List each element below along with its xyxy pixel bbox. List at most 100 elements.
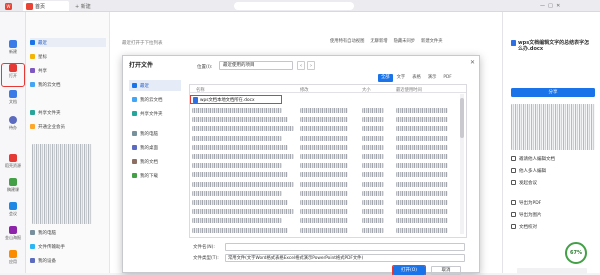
- rail-open-label: 打开: [9, 73, 17, 78]
- dialog-nav-desktop[interactable]: 我的桌面: [129, 142, 181, 153]
- left-rail: 新建 打开 文档 待办 稻壳资源 稿建课 会议 金山海报 应用: [0, 12, 26, 273]
- device-icon: [30, 258, 35, 263]
- filter-tab-all[interactable]: 全部: [378, 74, 393, 82]
- course-icon: [9, 178, 17, 186]
- dialog-nav-computer[interactable]: 我的电脑: [129, 128, 181, 139]
- scrollbar[interactable]: [460, 94, 464, 234]
- rail-poster[interactable]: 金山海报: [2, 226, 24, 246]
- blurred-cell: [192, 144, 288, 150]
- rail-course[interactable]: 稿建课: [2, 178, 24, 198]
- rail-apps[interactable]: 应用: [2, 250, 24, 270]
- list-item[interactable]: [190, 216, 460, 225]
- rail-open[interactable]: 打开: [1, 63, 25, 87]
- new-tab-button[interactable]: + 新建: [72, 1, 94, 11]
- tool-new-folder[interactable]: 新建文件夹: [421, 38, 442, 44]
- rail-todo[interactable]: 待办: [2, 116, 24, 136]
- tool-hide-unsynced[interactable]: 隐藏未同步: [394, 38, 415, 44]
- export-pdf-action[interactable]: 导出为PDF: [511, 198, 595, 207]
- dialog-nav-shared-folder[interactable]: 共享文件夹: [129, 108, 181, 119]
- col-recent[interactable]: 最近使用时间: [396, 87, 422, 93]
- col-name[interactable]: 名称: [196, 87, 205, 93]
- sidebar-item-transfer[interactable]: 文件传输助手: [30, 242, 106, 251]
- scroll-thumb[interactable]: [460, 98, 464, 138]
- start-meeting-action[interactable]: 发起会议: [511, 178, 595, 187]
- tab-home[interactable]: 首页: [23, 1, 69, 11]
- list-item[interactable]: [190, 161, 460, 170]
- tray-icons: [517, 268, 587, 274]
- collaborator-list: [511, 104, 595, 150]
- sidebar-item-label: 星标: [38, 54, 47, 60]
- rail-todo-label: 待办: [9, 125, 17, 130]
- blurred-cell: [192, 190, 282, 196]
- selected-file-row[interactable]: wps文档本地文档所在.docx: [190, 95, 282, 104]
- filter-tab-text[interactable]: 文字: [394, 74, 409, 82]
- list-item[interactable]: [190, 143, 460, 152]
- search-input[interactable]: [234, 2, 354, 10]
- forward-button[interactable]: ›: [307, 61, 315, 70]
- folder-icon: [30, 110, 35, 115]
- list-item[interactable]: [190, 189, 460, 198]
- share-button[interactable]: 分享: [511, 88, 595, 97]
- filetype-select[interactable]: 常用文件(文字Word格式表格Excel格式演示PowerPoint格式PDF文…: [225, 254, 465, 262]
- col-modified[interactable]: 修改: [300, 87, 309, 93]
- window-controls[interactable]: — □ ✕: [540, 3, 560, 9]
- close-icon[interactable]: ✕: [470, 59, 475, 66]
- proofread-action[interactable]: 文档校对: [511, 222, 595, 231]
- list-item[interactable]: [190, 207, 460, 216]
- rail-docer[interactable]: 稻壳资源: [2, 154, 24, 174]
- sidebar-item-shared[interactable]: 共享: [30, 66, 106, 75]
- folder-icon: [9, 64, 17, 72]
- filetype-value: 常用文件(文字Word格式表格Excel格式演示PowerPoint格式PDF文…: [228, 256, 364, 261]
- list-item[interactable]: [190, 198, 460, 207]
- blurred-cell: [362, 163, 384, 169]
- filter-tab-slides[interactable]: 演示: [425, 74, 440, 82]
- rail-meeting[interactable]: 会议: [2, 202, 24, 222]
- list-item[interactable]: [190, 152, 460, 161]
- dialog-nav-cloud[interactable]: 我的云文档: [129, 94, 181, 105]
- rail-new[interactable]: 新建: [2, 40, 24, 60]
- sidebar-item-star[interactable]: 星标: [30, 52, 106, 61]
- tool-auto-view[interactable]: 使用特有自动视图: [330, 38, 364, 44]
- export-image-action[interactable]: 导出为图片: [511, 210, 595, 219]
- wps-home-button[interactable]: W: [2, 1, 15, 11]
- list-item[interactable]: [190, 124, 460, 133]
- list-item[interactable]: [190, 115, 460, 124]
- location-select[interactable]: 最近使用的项目: [219, 61, 293, 70]
- back-button[interactable]: ‹: [297, 61, 305, 70]
- file-sidebar: 最近 星标 共享 我的云文档 共享文件夹 开通企业会员 我的电脑 文件传输助手 …: [26, 12, 110, 273]
- filter-tab-sheet[interactable]: 表格: [409, 74, 424, 82]
- list-item[interactable]: [190, 226, 460, 235]
- dialog-nav-label: 我的桌面: [140, 145, 158, 151]
- blurred-cell: [300, 163, 348, 169]
- sidebar-item-label: 开通企业会员: [38, 124, 65, 130]
- rail-docs[interactable]: 文档: [2, 90, 24, 110]
- dialog-nav-label: 共享文件夹: [140, 111, 163, 117]
- sidebar-item-shared-folder[interactable]: 共享文件夹: [30, 108, 106, 117]
- sidebar-item-my-computer[interactable]: 我的电脑: [30, 228, 106, 237]
- dialog-nav-documents[interactable]: 我的文档: [129, 156, 181, 167]
- sidebar-item-enterprise[interactable]: 开通企业会员: [30, 122, 106, 131]
- blurred-cell: [192, 218, 282, 224]
- sidebar-item-recent[interactable]: 最近: [30, 38, 106, 47]
- tool-new[interactable]: 无聊新增: [370, 38, 387, 44]
- invite-editor-action[interactable]: 邀请他人编辑文档: [511, 154, 595, 163]
- document-icon: [132, 159, 137, 164]
- filter-tab-pdf[interactable]: PDF: [440, 74, 454, 82]
- open-button[interactable]: 打开(O): [392, 265, 426, 275]
- list-item[interactable]: [190, 180, 460, 189]
- filename-input[interactable]: [225, 243, 465, 251]
- cancel-button[interactable]: 取消: [431, 266, 461, 275]
- multi-edit-action[interactable]: 他人多人编辑: [511, 166, 595, 175]
- sidebar-item-cloud[interactable]: 我的云文档: [30, 80, 106, 89]
- list-item[interactable]: [190, 134, 460, 143]
- blurred-cell: [192, 135, 282, 141]
- dialog-nav-downloads[interactable]: 我的下载: [129, 170, 181, 181]
- cloud-icon: [132, 97, 137, 102]
- blurred-cell: [396, 117, 448, 123]
- sidebar-item-devices[interactable]: 我的设备: [30, 256, 106, 265]
- dialog-nav-recent[interactable]: 最近: [129, 80, 181, 91]
- action-label: 文档校对: [519, 224, 537, 230]
- col-size[interactable]: 大小: [362, 87, 371, 93]
- list-item[interactable]: [190, 170, 460, 179]
- list-item[interactable]: [190, 106, 460, 115]
